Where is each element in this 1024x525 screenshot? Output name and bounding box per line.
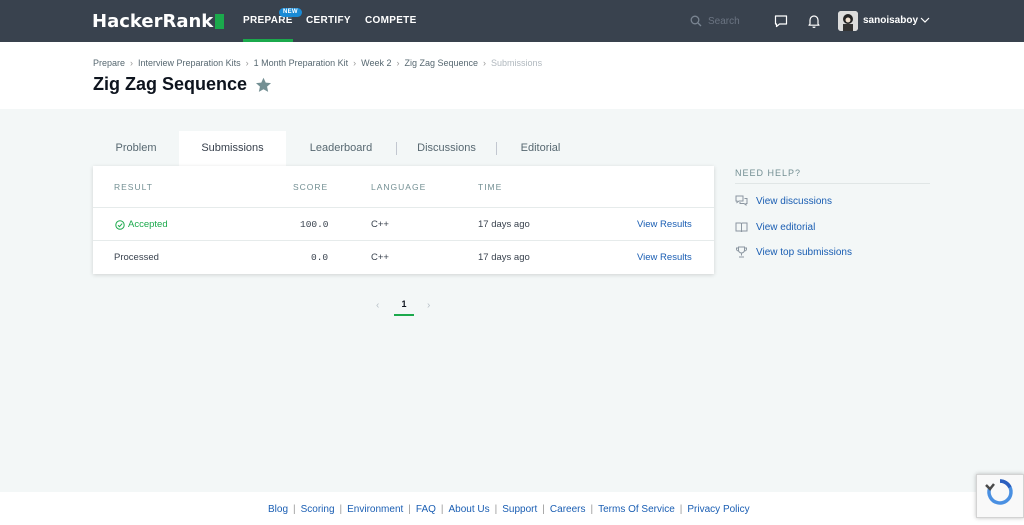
trophy-icon bbox=[736, 246, 747, 258]
avatar-image bbox=[838, 11, 858, 31]
help-link-label: View top submissions bbox=[756, 246, 852, 258]
tab-editorial[interactable]: Editorial bbox=[497, 131, 584, 166]
time-value: 17 days ago bbox=[478, 219, 530, 230]
breadcrumb-prepare[interactable]: Prepare bbox=[93, 58, 125, 68]
tab-discussions[interactable]: Discussions bbox=[397, 131, 496, 166]
submissions-table: RESULT SCORE LANGUAGE TIME Accepted 100.… bbox=[93, 166, 714, 274]
recaptcha-badge[interactable] bbox=[976, 474, 1024, 518]
nav-prepare[interactable]: PREPARE NEW bbox=[243, 0, 302, 42]
view-editorial-link[interactable]: View editorial bbox=[735, 221, 815, 233]
tab-problem[interactable]: Problem bbox=[93, 131, 179, 166]
page-header: Prepare › Interview Preparation Kits › 1… bbox=[0, 42, 1024, 109]
logo-mark bbox=[215, 14, 225, 29]
footer-separator: | bbox=[494, 504, 498, 515]
tab-submissions[interactable]: Submissions bbox=[179, 131, 286, 166]
nav-certify[interactable]: CERTIFY bbox=[306, 0, 351, 42]
footer-separator: | bbox=[339, 504, 343, 515]
result-processed: Processed bbox=[114, 252, 159, 263]
breadcrumb-separator: › bbox=[245, 58, 249, 68]
view-top-submissions-link[interactable]: View top submissions bbox=[735, 246, 852, 258]
view-results-link[interactable]: View Results bbox=[637, 219, 692, 230]
nav-compete[interactable]: COMPETE bbox=[365, 0, 417, 42]
header-language: LANGUAGE bbox=[371, 182, 427, 192]
footer-separator: | bbox=[542, 504, 545, 515]
result-accepted: Accepted bbox=[115, 219, 168, 230]
star-icon[interactable] bbox=[255, 77, 272, 93]
time-value: 17 days ago bbox=[478, 252, 530, 263]
result-label: Accepted bbox=[128, 219, 168, 230]
breadcrumb: Prepare › Interview Preparation Kits › 1… bbox=[93, 58, 542, 68]
score-value: 100.0 bbox=[300, 219, 329, 230]
messages-icon[interactable] bbox=[773, 13, 789, 29]
footer-separator: | bbox=[440, 504, 444, 515]
check-circle-icon bbox=[115, 219, 125, 230]
footer-link-blog[interactable]: Blog bbox=[268, 504, 288, 515]
challenge-tabs: Problem Submissions Leaderboard Discussi… bbox=[93, 131, 714, 166]
footer-separator: | bbox=[679, 504, 683, 515]
breadcrumb-separator: › bbox=[396, 58, 400, 68]
breadcrumb-separator: › bbox=[130, 58, 134, 68]
view-discussions-link[interactable]: View discussions bbox=[735, 195, 832, 207]
table-row: Processed 0.0 C++ 17 days ago View Resul… bbox=[93, 240, 714, 273]
score-value: 0.0 bbox=[311, 252, 329, 263]
breadcrumb-week-2[interactable]: Week 2 bbox=[361, 58, 391, 68]
footer-link-about-us[interactable]: About Us bbox=[449, 504, 490, 515]
search-icon bbox=[690, 15, 702, 27]
language-value: C++ bbox=[371, 219, 389, 230]
header-result: RESULT bbox=[114, 182, 153, 192]
pagination-next[interactable]: › bbox=[427, 300, 430, 311]
footer-separator: | bbox=[293, 504, 296, 515]
username[interactable]: sanoisaboy bbox=[863, 15, 918, 26]
top-navbar: HackerRank PREPARE NEW CERTIFY COMPETE S… bbox=[0, 0, 1024, 42]
hackerrank-logo[interactable]: HackerRank bbox=[92, 11, 225, 32]
header-score: SCORE bbox=[293, 182, 329, 192]
footer-separator: | bbox=[408, 504, 411, 515]
breadcrumb-month-kit[interactable]: 1 Month Preparation Kit bbox=[254, 58, 349, 68]
breadcrumb-separator: › bbox=[483, 58, 487, 68]
book-icon bbox=[735, 222, 748, 233]
nav-compete-label: COMPETE bbox=[365, 15, 417, 26]
breadcrumb-challenge[interactable]: Zig Zag Sequence bbox=[405, 58, 479, 68]
breadcrumb-current: Submissions bbox=[491, 58, 543, 68]
footer-separator: | bbox=[590, 504, 594, 515]
chevron-down-icon[interactable] bbox=[920, 16, 930, 24]
header-time: TIME bbox=[478, 182, 503, 192]
pagination-page-1[interactable]: 1 bbox=[394, 299, 414, 316]
help-divider bbox=[735, 183, 930, 184]
breadcrumb-interview-kits[interactable]: Interview Preparation Kits bbox=[138, 58, 241, 68]
search-placeholder: Search bbox=[708, 15, 740, 27]
page-title: Zig Zag Sequence bbox=[93, 74, 248, 94]
footer-links: Blog | Scoring | Environment | FAQ | About U… bbox=[268, 504, 750, 515]
language-value: C++ bbox=[371, 252, 389, 263]
footer-link-faq[interactable]: FAQ bbox=[416, 504, 436, 515]
footer-link-support[interactable]: Support bbox=[502, 504, 537, 515]
footer-link-terms[interactable]: Terms Of Service bbox=[598, 504, 675, 515]
footer-link-scoring[interactable]: Scoring bbox=[301, 504, 335, 515]
tab-leaderboard[interactable]: Leaderboard bbox=[286, 131, 396, 166]
footer-link-environment[interactable]: Environment bbox=[347, 504, 403, 515]
pagination-prev[interactable]: ‹ bbox=[376, 300, 379, 311]
recaptcha-icon bbox=[985, 479, 1013, 505]
footer: Blog | Scoring | Environment | FAQ | About U… bbox=[0, 492, 1024, 525]
chat-bubbles-icon bbox=[735, 195, 748, 206]
footer-link-careers[interactable]: Careers bbox=[550, 504, 586, 515]
notifications-bell-icon[interactable] bbox=[806, 13, 822, 29]
avatar[interactable] bbox=[838, 11, 858, 31]
search-input[interactable]: Search bbox=[690, 13, 760, 29]
need-help-heading: NEED HELP? bbox=[735, 168, 802, 178]
help-link-label: View discussions bbox=[756, 195, 832, 207]
footer-link-privacy[interactable]: Privacy Policy bbox=[687, 504, 749, 515]
nav-certify-label: CERTIFY bbox=[306, 15, 351, 26]
breadcrumb-separator: › bbox=[353, 58, 357, 68]
view-results-link[interactable]: View Results bbox=[637, 252, 692, 263]
new-badge: NEW bbox=[279, 8, 302, 17]
logo-text: HackerRank bbox=[92, 11, 214, 32]
table-row: Accepted 100.0 C++ 17 days ago View Resu… bbox=[93, 207, 714, 240]
help-link-label: View editorial bbox=[756, 221, 816, 233]
